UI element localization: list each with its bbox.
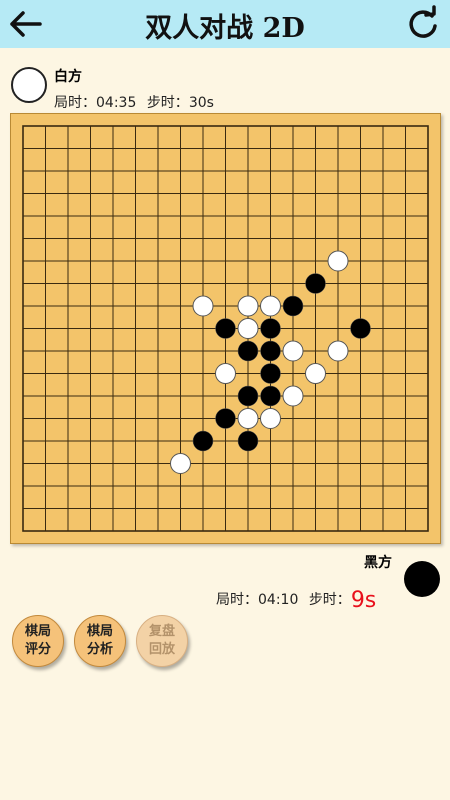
white-stone xyxy=(282,340,304,362)
black-stone xyxy=(282,295,304,317)
black-step-time-label: 步时： xyxy=(308,592,351,608)
game-analysis-label-2: 分析 xyxy=(86,642,113,657)
black-stone xyxy=(237,385,259,407)
replay-button[interactable]: 复盘 回放 xyxy=(136,615,188,667)
black-stone xyxy=(192,430,214,452)
white-stone xyxy=(282,385,304,407)
white-player-stone-icon xyxy=(11,67,47,103)
page-title: 双人对战 2D xyxy=(145,13,305,44)
black-game-time-label: 局时： xyxy=(216,592,258,608)
white-stone xyxy=(260,295,281,317)
black-stone xyxy=(260,340,281,362)
game-score-button[interactable]: 棋局 评分 xyxy=(12,615,64,667)
white-step-time: 30s xyxy=(188,95,214,111)
game-score-label-2: 评分 xyxy=(24,642,51,657)
black-stone xyxy=(215,408,236,429)
game-analysis-label-1: 棋局 xyxy=(86,624,113,639)
black-stone xyxy=(215,318,236,339)
game-board[interactable] xyxy=(10,113,441,544)
black-player-stone-icon xyxy=(404,561,440,597)
black-stone xyxy=(260,363,281,384)
white-timers: 局时：04:35 步时：30s xyxy=(54,92,214,112)
white-stone xyxy=(237,318,259,339)
white-stone xyxy=(305,363,326,384)
white-stone xyxy=(327,340,349,362)
game-score-label-1: 棋局 xyxy=(24,624,51,639)
black-player-name: 黑方 xyxy=(364,555,392,571)
black-stone xyxy=(237,430,259,452)
board-grid[interactable] xyxy=(11,114,440,543)
black-stone xyxy=(350,318,371,339)
black-stone xyxy=(260,318,281,339)
replay-label-2: 回放 xyxy=(148,642,175,657)
white-game-time: 04:35 xyxy=(96,95,137,111)
black-stone xyxy=(305,273,326,294)
game-analysis-button[interactable]: 棋局 分析 xyxy=(74,615,126,667)
black-stone xyxy=(237,340,259,362)
white-stone xyxy=(170,453,191,474)
title-bar: 双人对战 2D xyxy=(0,0,450,48)
white-stone xyxy=(237,295,259,317)
white-stone xyxy=(237,408,259,429)
black-step-time: 9s xyxy=(350,588,377,613)
white-step-time-label: 步时： xyxy=(146,95,189,111)
refresh-icon[interactable] xyxy=(402,4,442,44)
replay-label-1: 复盘 xyxy=(148,624,175,639)
black-game-time: 04:10 xyxy=(258,592,299,608)
white-player-name: 白方 xyxy=(54,69,82,85)
white-game-time-label: 局时： xyxy=(54,95,96,111)
white-stone xyxy=(215,363,236,384)
black-stone xyxy=(260,385,281,407)
white-stone xyxy=(260,408,281,429)
white-stone xyxy=(192,295,214,317)
white-stone xyxy=(327,250,349,272)
black-timers: 局时：04:10 步时：9s xyxy=(216,588,376,613)
